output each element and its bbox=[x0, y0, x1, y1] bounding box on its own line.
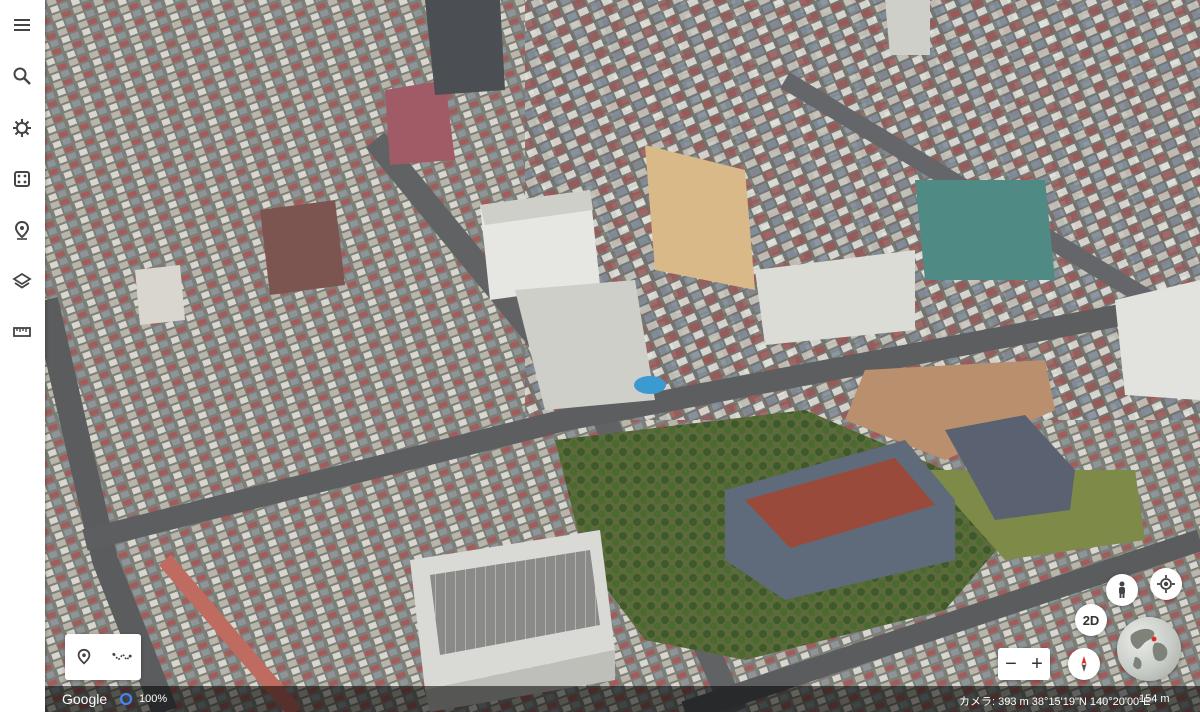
search-icon bbox=[13, 67, 31, 85]
dice-icon bbox=[14, 171, 30, 187]
add-path-button[interactable] bbox=[103, 634, 141, 680]
aerial-imagery[interactable] bbox=[45, 0, 1200, 712]
my-location-icon bbox=[1157, 575, 1175, 593]
camera-coordinates: カメラ: 393 m 38°15'19"N 140°20'00"E bbox=[959, 696, 1151, 708]
my-location-button[interactable] bbox=[1150, 568, 1182, 600]
compass-icon bbox=[1081, 656, 1087, 672]
loading-progress-ring bbox=[119, 692, 133, 706]
zoom-in-button[interactable]: + bbox=[1024, 648, 1050, 680]
path-line-icon bbox=[112, 652, 132, 662]
view-mode-toggle[interactable]: 2D bbox=[1075, 604, 1107, 636]
zoom-out-button[interactable]: − bbox=[998, 648, 1024, 680]
loading-progress-label: 100% bbox=[139, 693, 168, 705]
feeling-lucky-button[interactable] bbox=[7, 164, 37, 194]
layers-icon bbox=[12, 272, 32, 289]
globe-overview[interactable] bbox=[1117, 617, 1181, 681]
voyager-helm-icon bbox=[13, 119, 31, 137]
drawing-tools bbox=[65, 634, 141, 680]
status-bar: Google 100% カメラ: 393 m 38°15'19"N 140°20… bbox=[45, 686, 1200, 712]
map-pin-icon bbox=[77, 648, 91, 665]
search-button[interactable] bbox=[7, 61, 37, 91]
menu-button[interactable] bbox=[7, 10, 37, 40]
ruler-icon bbox=[13, 327, 31, 337]
scale-label: 154 m bbox=[1139, 693, 1170, 705]
google-logo: Google bbox=[62, 691, 108, 707]
zoom-controls: − + bbox=[998, 648, 1050, 680]
compass-button[interactable] bbox=[1068, 648, 1100, 680]
pegman-button[interactable] bbox=[1106, 574, 1138, 606]
view-mode-label: 2D bbox=[1082, 612, 1100, 628]
globe-icon bbox=[1130, 628, 1168, 670]
measure-button[interactable] bbox=[7, 317, 37, 347]
projects-button[interactable] bbox=[7, 215, 37, 245]
map-pin-icon bbox=[14, 220, 30, 240]
add-placemark-button[interactable] bbox=[65, 634, 103, 680]
map-style-button[interactable] bbox=[7, 266, 37, 296]
voyager-button[interactable] bbox=[7, 113, 37, 143]
pegman-icon bbox=[1119, 581, 1125, 598]
sidebar bbox=[0, 0, 45, 712]
map-view[interactable] bbox=[45, 0, 1200, 712]
menu-icon bbox=[14, 19, 30, 31]
